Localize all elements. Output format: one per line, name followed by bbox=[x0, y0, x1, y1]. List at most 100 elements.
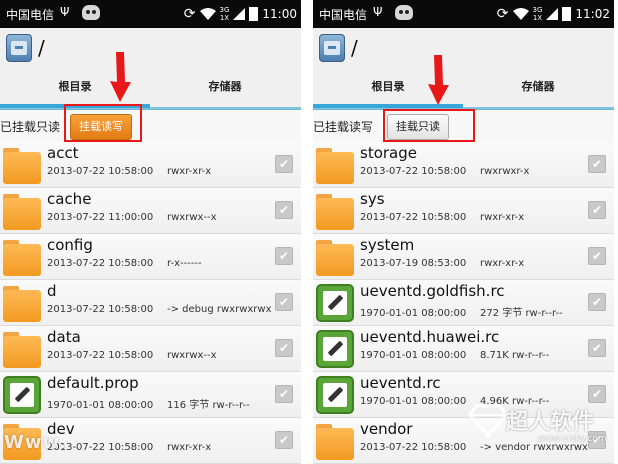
file-icon bbox=[316, 376, 354, 414]
status-bar: 中国电信 Ψ ⟳ 3G 1X 11:00 bbox=[0, 0, 301, 28]
status-bar: 中国电信 Ψ ⟳ 3G 1X 11:02 bbox=[313, 0, 614, 28]
file-date: 2013-07-22 10:58:00 bbox=[47, 258, 154, 269]
action-bar: / bbox=[313, 28, 614, 68]
file-name: cache bbox=[47, 190, 92, 208]
mount-status: 已挂载读写 bbox=[313, 120, 374, 134]
carrier-label: 中国电信 bbox=[319, 8, 368, 22]
folder-icon bbox=[3, 192, 41, 230]
carrier-label: 中国电信 bbox=[6, 8, 55, 22]
watermark-brand: 超人软件 bbox=[506, 410, 595, 435]
file-name: storage bbox=[360, 144, 417, 162]
network-indicator: 3G 1X bbox=[219, 6, 230, 22]
check-icon[interactable]: ✔ bbox=[588, 339, 606, 357]
file-name: config bbox=[47, 236, 93, 254]
file-permissions: 116 字节 rw-r--r-- bbox=[167, 400, 250, 411]
watermark-url: www.crsky.com bbox=[538, 434, 607, 444]
sync-icon: ⟳ bbox=[496, 6, 509, 22]
diamond-logo-icon bbox=[468, 404, 508, 439]
file-list-item[interactable]: system 2013-07-19 08:53:00 rwxr-xr-x ✔ bbox=[313, 234, 614, 280]
file-meta: 1970-01-01 08:00:00 272 字节 rw-r--r-- bbox=[360, 304, 563, 319]
file-name: default.prop bbox=[47, 374, 139, 392]
file-meta: 2013-07-22 10:58:00 rwxrwxr-x bbox=[360, 166, 529, 177]
check-icon[interactable]: ✔ bbox=[275, 155, 293, 173]
file-list-item[interactable]: cache 2013-07-22 11:00:00 rwxrwx--x ✔ bbox=[0, 188, 301, 234]
file-list-item[interactable]: ueventd.huawei.rc 1970-01-01 08:00:00 8.71… bbox=[313, 326, 614, 372]
annotation-highlight-box bbox=[383, 109, 475, 142]
file-name: ueventd.huawei.rc bbox=[360, 328, 500, 346]
annotation-highlight-box bbox=[64, 104, 142, 142]
file-meta: 1970-01-01 08:00:00 116 字节 rw-r--r-- bbox=[47, 396, 250, 411]
check-icon[interactable]: ✔ bbox=[275, 201, 293, 219]
file-icon bbox=[3, 376, 41, 414]
file-list-item[interactable]: d 2013-07-22 10:58:00 -> debug rwxrwxrwx ✔ bbox=[0, 280, 301, 326]
mount-status: 已挂载只读 bbox=[0, 120, 61, 134]
app-icon[interactable] bbox=[319, 34, 345, 62]
folder-icon bbox=[316, 192, 354, 230]
file-meta: 1970-01-01 08:00:00 8.71K rw-r--r-- bbox=[360, 350, 549, 361]
file-list-item[interactable]: default.prop 1970-01-01 08:00:00 116 字节 rw… bbox=[0, 372, 301, 418]
check-icon[interactable]: ✔ bbox=[588, 201, 606, 219]
file-date: 2013-07-22 10:58:00 bbox=[360, 166, 467, 177]
file-list-item[interactable]: sys 2013-07-22 10:58:00 rwxr-xr-x ✔ bbox=[313, 188, 614, 234]
app-icon[interactable] bbox=[6, 34, 32, 62]
file-meta: 2013-07-22 10:58:00 -> debug rwxrwxrwx bbox=[47, 304, 272, 315]
check-icon[interactable]: ✔ bbox=[275, 385, 293, 403]
signal-icon bbox=[546, 8, 559, 20]
file-permissions: rwxr-xr-x bbox=[167, 442, 212, 453]
file-name: d bbox=[47, 282, 57, 300]
file-icon bbox=[316, 284, 354, 322]
file-date: 1970-01-01 08:00:00 bbox=[360, 308, 467, 319]
folder-icon bbox=[316, 238, 354, 276]
arrow-icon bbox=[428, 55, 449, 105]
tab-storage[interactable]: 存储器 bbox=[150, 68, 300, 107]
file-permissions: rwxrwxr-x bbox=[480, 166, 530, 177]
file-date: 2013-07-22 10:58:00 bbox=[47, 350, 154, 361]
battery-icon bbox=[249, 7, 259, 21]
folder-icon bbox=[316, 422, 354, 460]
folder-icon bbox=[3, 146, 41, 184]
file-permissions: rwxr-xr-x bbox=[480, 258, 525, 269]
tab-bar: 根目录 存储器 bbox=[313, 68, 614, 110]
file-meta: 2013-07-22 10:58:00 rwxr-xr-x bbox=[360, 212, 524, 223]
check-icon[interactable]: ✔ bbox=[275, 293, 293, 311]
watermark-left: Www. bbox=[4, 432, 67, 453]
current-path: / bbox=[38, 36, 45, 60]
check-icon[interactable]: ✔ bbox=[275, 339, 293, 357]
file-meta: 2013-07-22 10:58:00 rwxr-xr-x bbox=[47, 442, 211, 453]
file-permissions: 8.71K rw-r--r-- bbox=[480, 350, 550, 361]
tab-storage[interactable]: 存储器 bbox=[463, 68, 613, 107]
file-meta: 2013-07-22 11:00:00 rwxrwx--x bbox=[47, 212, 217, 223]
usb-icon: Ψ bbox=[60, 5, 70, 19]
file-name: data bbox=[47, 328, 81, 346]
file-list-item[interactable]: storage 2013-07-22 10:58:00 rwxrwxr-x ✔ bbox=[313, 142, 614, 188]
file-date: 1970-01-01 08:00:00 bbox=[360, 396, 467, 407]
file-date: 2013-07-22 10:58:00 bbox=[47, 304, 154, 315]
battery-icon bbox=[562, 7, 572, 21]
file-list-item[interactable]: data 2013-07-22 10:58:00 rwxrwx--x ✔ bbox=[0, 326, 301, 372]
folder-icon bbox=[316, 146, 354, 184]
check-icon[interactable]: ✔ bbox=[275, 247, 293, 265]
folder-icon bbox=[3, 330, 41, 368]
file-permissions: rwxr-xr-x bbox=[167, 166, 212, 177]
folder-icon bbox=[3, 238, 41, 276]
file-list-item[interactable]: ueventd.goldfish.rc 1970-01-01 08:00:00 27… bbox=[313, 280, 614, 326]
check-icon[interactable]: ✔ bbox=[588, 155, 606, 173]
wifi-icon bbox=[199, 8, 216, 20]
file-date: 1970-01-01 08:00:00 bbox=[47, 400, 154, 411]
file-date: 2013-07-22 10:58:00 bbox=[360, 442, 467, 453]
file-list-item[interactable]: config 2013-07-22 10:58:00 r-x------ ✔ bbox=[0, 234, 301, 280]
current-path: / bbox=[351, 36, 358, 60]
check-icon[interactable]: ✔ bbox=[275, 431, 293, 449]
file-name: system bbox=[360, 236, 415, 254]
file-list-item[interactable]: acct 2013-07-22 10:58:00 rwxr-xr-x ✔ bbox=[0, 142, 301, 188]
file-permissions: r-x------ bbox=[167, 258, 202, 269]
action-bar: / bbox=[0, 28, 301, 68]
check-icon[interactable]: ✔ bbox=[588, 247, 606, 265]
cat-icon bbox=[82, 5, 100, 20]
mount-bar: 已挂载只读 挂载读写 bbox=[0, 110, 301, 142]
usb-icon: Ψ bbox=[373, 5, 383, 19]
check-icon[interactable]: ✔ bbox=[588, 293, 606, 311]
wifi-icon bbox=[512, 8, 529, 20]
clock: 11:02 bbox=[575, 7, 610, 21]
file-meta: 2013-07-22 10:58:00 rwxrwx--x bbox=[47, 350, 217, 361]
